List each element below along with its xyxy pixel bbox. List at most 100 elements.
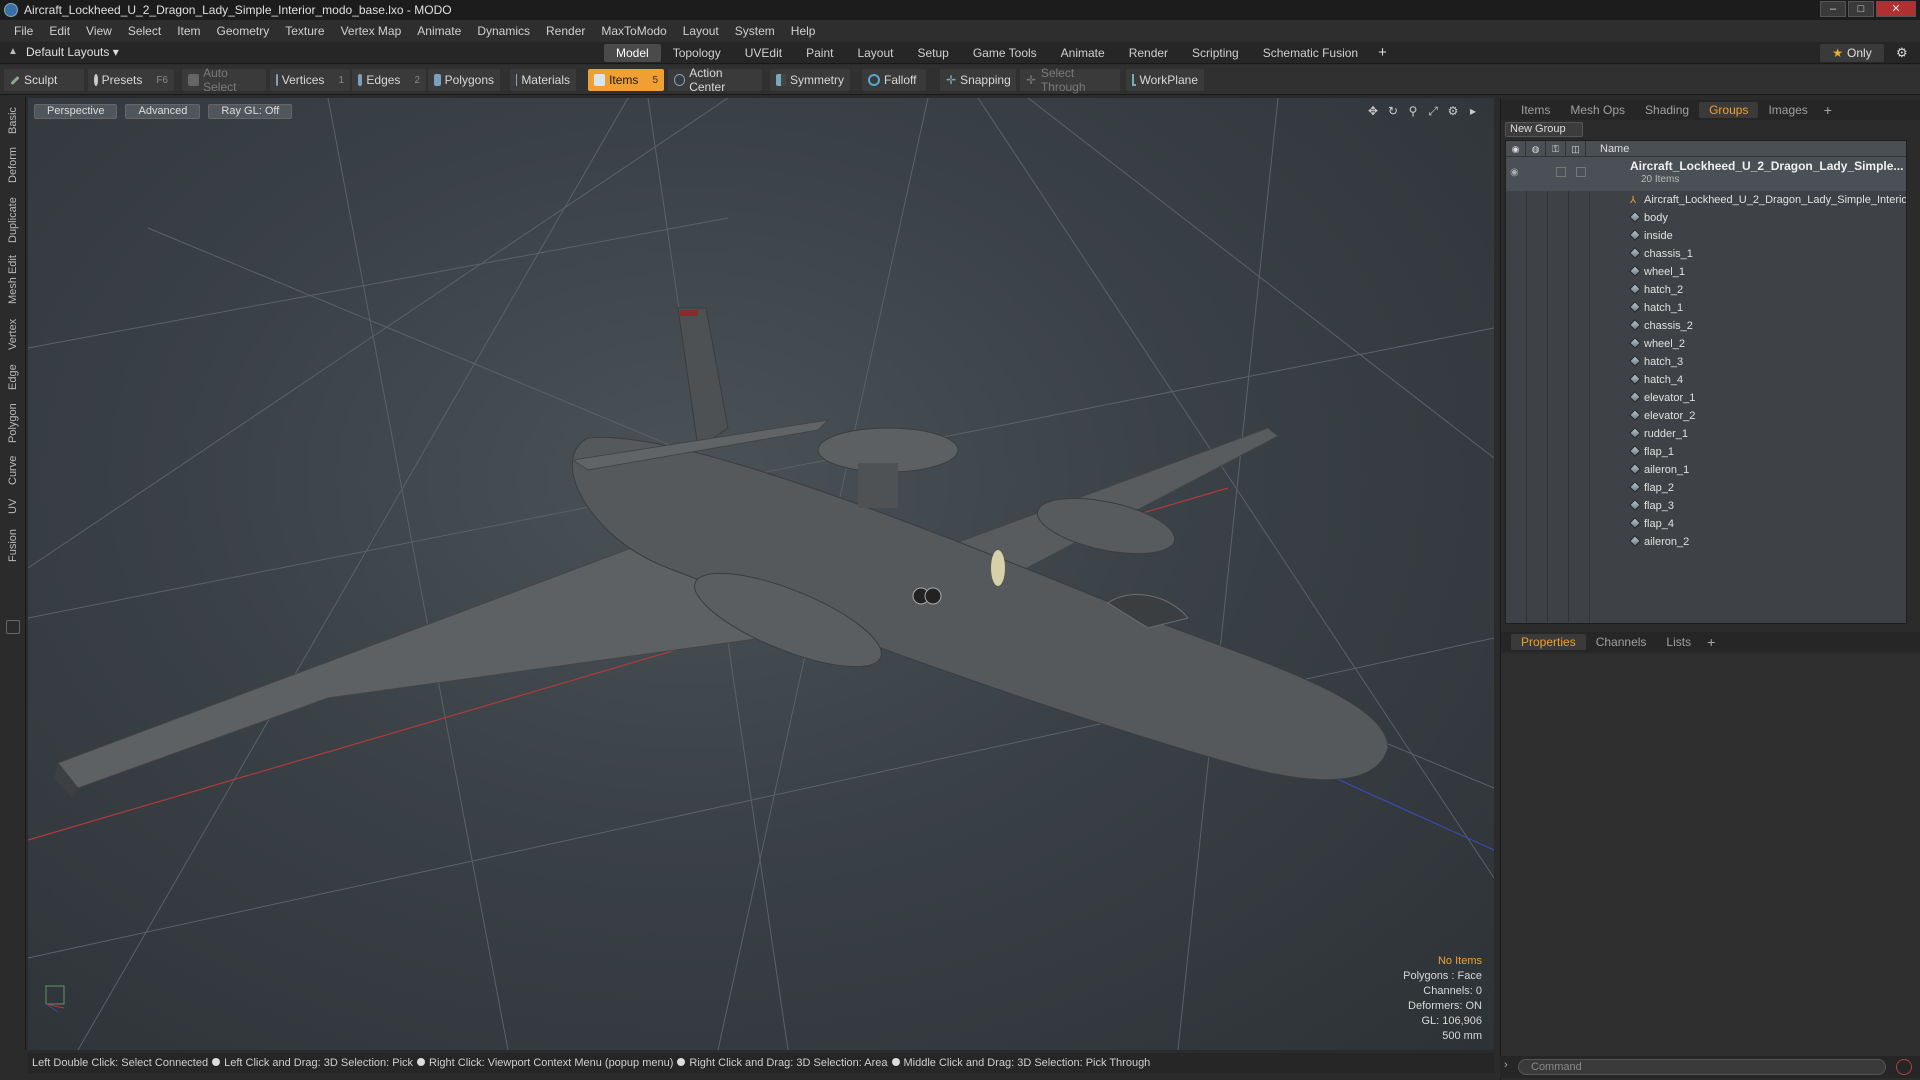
group-item-row[interactable]: flap_2 [1506,479,1906,497]
menu-texture[interactable]: Texture [277,24,332,38]
lock-toggle-icon[interactable]: ⚿ [1546,141,1566,157]
shading-mode-advanced[interactable]: Advanced [125,104,201,119]
polygons-button[interactable]: Polygons [428,69,500,91]
tab-images[interactable]: Images [1758,102,1817,118]
vtab-vertex[interactable]: Vertex [4,314,22,354]
tab-uvedit[interactable]: UVEdit [733,44,794,62]
tab-model[interactable]: Model [604,44,661,62]
minimize-button[interactable]: – [1820,1,1846,17]
group-root-row[interactable]: ◉ Aircraft_Lockheed_U_2_Dragon_Lady_Simp… [1506,157,1906,191]
vtab-basic[interactable]: Basic [4,104,22,138]
group-item-row[interactable]: flap_3 [1506,497,1906,515]
snapping-button[interactable]: ✛ Snapping [940,69,1016,91]
select-toggle-icon[interactable]: ◫ [1566,141,1586,157]
group-item-row[interactable]: chassis_1 [1506,245,1906,263]
root-lock-box[interactable] [1556,167,1566,177]
menu-layout[interactable]: Layout [675,24,727,38]
edges-button[interactable]: Edges 2 [352,69,426,91]
tab-lists[interactable]: Lists [1656,634,1701,650]
maximize-button[interactable]: □ [1848,1,1874,17]
tab-scripting[interactable]: Scripting [1180,44,1251,62]
vtab-mesh-edit[interactable]: Mesh Edit [4,254,22,306]
only-button[interactable]: ★ Only [1820,44,1884,62]
expand-arrow-icon[interactable]: ▸ [1466,104,1480,118]
close-button[interactable]: ✕ [1876,1,1916,17]
zoom-icon[interactable]: ⚲ [1406,104,1420,118]
add-bottom-tab-button[interactable]: + [1701,634,1721,650]
root-visibility-icon[interactable]: ◉ [1510,167,1519,178]
group-item-row[interactable]: hatch_2 [1506,281,1906,299]
menu-select[interactable]: Select [120,24,169,38]
root-select-box[interactable] [1576,167,1586,177]
group-item-row[interactable]: inside [1506,227,1906,245]
menu-vertex-map[interactable]: Vertex Map [333,24,410,38]
tab-game-tools[interactable]: Game Tools [961,44,1049,62]
3d-viewport[interactable]: Perspective Advanced Ray GL: Off ✥ ↻ ⚲ ⤢… [28,98,1494,1050]
rotate-icon[interactable]: ↻ [1386,104,1400,118]
new-group-button[interactable]: New Group [1505,122,1583,137]
tab-schematic-fusion[interactable]: Schematic Fusion [1251,44,1370,62]
group-item-row[interactable]: flap_4 [1506,515,1906,533]
tab-properties[interactable]: Properties [1511,634,1586,650]
tab-setup[interactable]: Setup [905,44,960,62]
tab-mesh-ops[interactable]: Mesh Ops [1560,102,1635,118]
group-item-row[interactable]: aileron_2 [1506,533,1906,551]
tab-layout[interactable]: Layout [845,44,905,62]
tab-topology[interactable]: Topology [661,44,733,62]
group-item-row[interactable]: flap_1 [1506,443,1906,461]
layout-selector[interactable]: ▲ Default Layouts ▾ [8,45,119,59]
group-item-row[interactable]: ⅄ Aircraft_Lockheed_U_2_Dragon_Lady_Simpl… [1506,191,1906,209]
tab-items[interactable]: Items [1511,102,1560,118]
presets-button[interactable]: Presets F6 [88,69,174,91]
group-item-row[interactable]: rudder_1 [1506,425,1906,443]
tab-shading[interactable]: Shading [1635,102,1699,118]
add-panel-tab-button[interactable]: + [1818,102,1838,118]
workplane-button[interactable]: WorkPlane [1126,69,1204,91]
group-item-row[interactable]: aileron_1 [1506,461,1906,479]
fit-icon[interactable]: ⤢ [1426,104,1440,118]
group-item-row[interactable]: body [1506,209,1906,227]
collapse-up-icon[interactable]: ▲ [8,46,20,58]
render-toggle-icon[interactable]: ◍ [1526,141,1546,157]
symmetry-button[interactable]: Symmetry [770,69,850,91]
tab-render[interactable]: Render [1117,44,1180,62]
raygl-toggle[interactable]: Ray GL: Off [208,104,293,119]
name-column-header[interactable]: Name [1586,143,1629,155]
menu-edit[interactable]: Edit [41,24,78,38]
viewport-settings-icon[interactable]: ⚙ [1446,104,1460,118]
action-center-button[interactable]: Action Center [668,66,762,94]
vtab-duplicate[interactable]: Duplicate [4,194,22,246]
groups-list[interactable]: ◉ ◍ ⚿ ◫ Name ◉ Aircraft_Lockheed_U_2_Dra… [1505,140,1907,624]
group-item-row[interactable]: elevator_1 [1506,389,1906,407]
tab-animate[interactable]: Animate [1049,44,1117,62]
group-item-row[interactable]: chassis_2 [1506,317,1906,335]
panel-toggle-icon[interactable] [6,620,20,634]
gear-icon[interactable]: ⚙ [1896,45,1908,61]
sculpt-button[interactable]: Sculpt [4,69,84,91]
menu-view[interactable]: View [78,24,120,38]
command-input[interactable]: Command [1518,1059,1886,1075]
group-item-row[interactable]: wheel_2 [1506,335,1906,353]
vtab-curve[interactable]: Curve [4,452,22,488]
menu-file[interactable]: File [6,24,41,38]
vertices-button[interactable]: Vertices 1 [270,69,350,91]
falloff-button[interactable]: Falloff [862,69,926,91]
vtab-uv[interactable]: UV [4,494,22,518]
visibility-eye-icon[interactable]: ◉ [1506,141,1526,157]
vtab-fusion[interactable]: Fusion [4,524,22,566]
menu-item[interactable]: Item [169,24,208,38]
menu-geometry[interactable]: Geometry [209,24,278,38]
tab-paint[interactable]: Paint [794,44,845,62]
vtab-polygon[interactable]: Polygon [4,400,22,446]
menu-maxtomodo[interactable]: MaxToModo [593,24,674,38]
tab-channels[interactable]: Channels [1586,634,1657,650]
group-item-row[interactable]: elevator_2 [1506,407,1906,425]
auto-select-button[interactable]: Auto Select [182,66,266,94]
group-item-row[interactable]: hatch_4 [1506,371,1906,389]
vtab-deform[interactable]: Deform [4,144,22,186]
materials-button[interactable]: Materials [510,69,576,91]
menu-render[interactable]: Render [538,24,593,38]
pan-icon[interactable]: ✥ [1366,104,1380,118]
menu-dynamics[interactable]: Dynamics [469,24,538,38]
menu-help[interactable]: Help [783,24,824,38]
